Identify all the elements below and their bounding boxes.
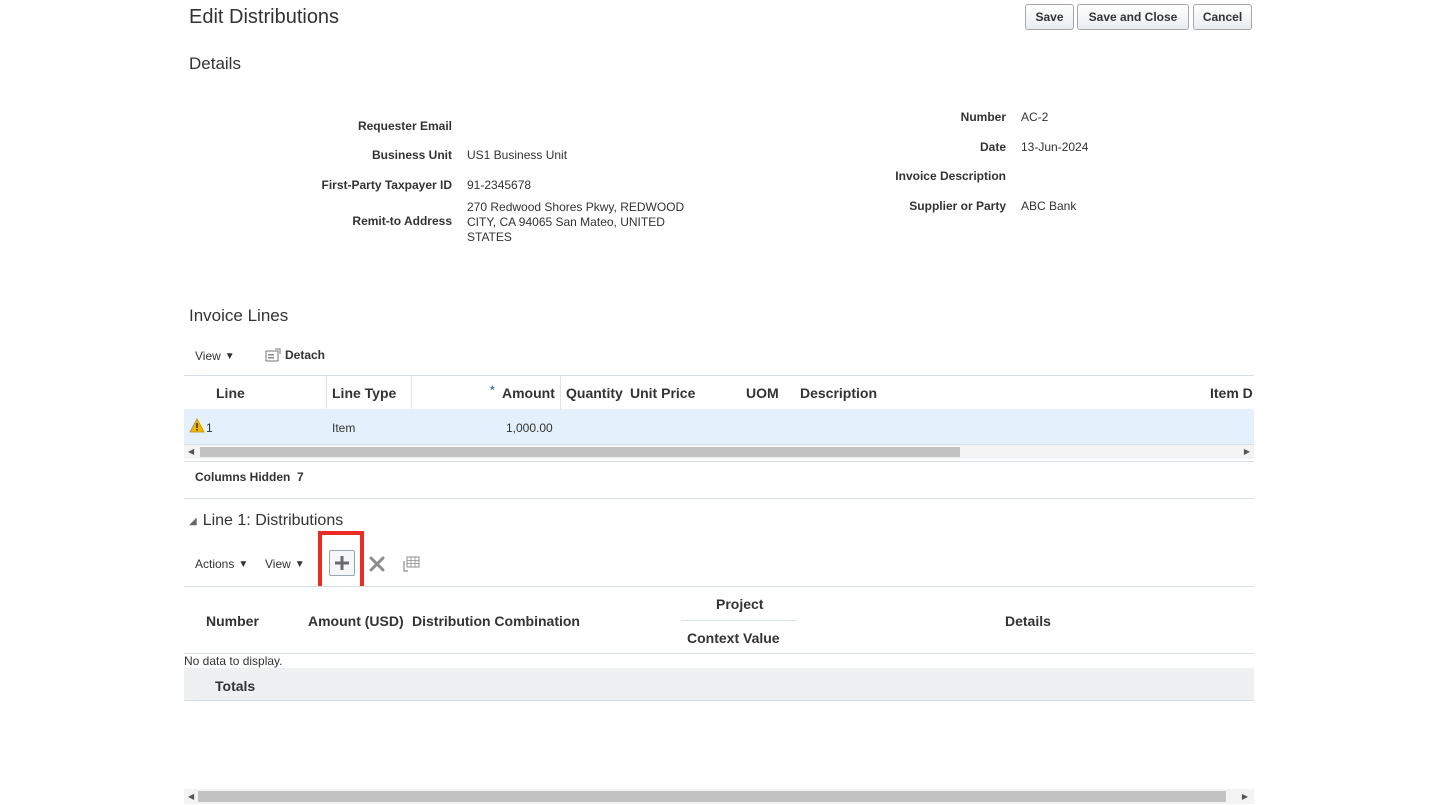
scrollbar-thumb[interactable] <box>198 791 1226 802</box>
invoice-lines-title: Invoice Lines <box>189 306 289 325</box>
columns-hidden: Columns Hidden 7 <box>195 470 304 484</box>
remit-to-address-label: Remit-to Address <box>352 214 452 228</box>
freeze-button[interactable] <box>402 555 420 576</box>
taxpayer-id-label: First-Party Taxpayer ID <box>321 178 453 192</box>
save-and-close-button[interactable]: Save and Close <box>1077 4 1189 30</box>
supplier-value: ABC Bank <box>1021 199 1077 213</box>
col-number[interactable]: Number <box>206 613 259 629</box>
invoice-description-label: Invoice Description <box>895 169 1006 183</box>
required-marker: * <box>490 383 495 397</box>
col-amount-usd[interactable]: Amount (USD) <box>308 613 404 629</box>
page-scrollbar[interactable]: ◀ ▶ <box>184 789 1254 804</box>
col-line-type[interactable]: Line Type <box>332 385 396 401</box>
empty-table-message: No data to display. <box>184 654 283 668</box>
number-value: AC-2 <box>1021 110 1049 124</box>
caret-down-icon: ▼ <box>224 350 235 362</box>
actions-menu[interactable]: Actions ▼ <box>195 557 248 571</box>
plus-icon <box>335 556 349 570</box>
line-number: 1 <box>206 421 213 435</box>
col-description[interactable]: Description <box>800 385 877 401</box>
invoice-lines-scrollbar[interactable]: ◀ ▶ <box>184 445 1254 459</box>
col-unit-price[interactable]: Unit Price <box>630 385 695 401</box>
add-row-button[interactable] <box>329 550 355 576</box>
supplier-label: Supplier or Party <box>909 199 1006 213</box>
col-uom[interactable]: UOM <box>746 385 779 401</box>
col-quantity[interactable]: Quantity <box>566 385 623 401</box>
invoice-lines-header: Line Line Type * Amount Quantity Unit Pr… <box>184 375 1254 410</box>
distributions-view-menu[interactable]: View ▼ <box>265 557 305 571</box>
business-unit-value: US1 Business Unit <box>467 148 568 162</box>
warning-icon <box>189 418 205 433</box>
taxpayer-id-value: 91-2345678 <box>467 178 532 192</box>
scrollbar-thumb[interactable] <box>200 447 960 457</box>
date-value: 13-Jun-2024 <box>1021 140 1089 154</box>
distributions-title: Line 1: Distributions <box>202 512 344 529</box>
detach-button[interactable]: Detach <box>265 348 325 362</box>
details-section-title: Details <box>189 54 241 73</box>
col-item-description[interactable]: Item D <box>1210 385 1254 401</box>
collapse-triangle-icon: ◢ <box>189 515 197 527</box>
col-amount[interactable]: Amount <box>502 385 555 401</box>
number-label: Number <box>960 110 1006 124</box>
totals-row: Totals <box>184 668 1254 701</box>
col-distribution-combination[interactable]: Distribution Combination <box>412 613 580 629</box>
table-row[interactable]: 1 Item 1,000.00 <box>184 409 1254 445</box>
scroll-left-icon[interactable]: ◀ <box>188 792 194 801</box>
x-icon <box>369 556 385 572</box>
requester-email-label: Requester Email <box>357 119 452 133</box>
scroll-right-icon[interactable]: ▶ <box>1242 792 1248 801</box>
remit-to-address-value: 270 Redwood Shores Pkwy, REDWOOD CITY, C… <box>467 200 685 244</box>
invoice-lines-view-menu[interactable]: View ▼ <box>195 349 235 363</box>
cancel-button[interactable]: Cancel <box>1193 4 1252 30</box>
delete-row-button[interactable] <box>368 555 386 576</box>
scroll-right-icon[interactable]: ▶ <box>1244 447 1250 456</box>
col-context-value[interactable]: Context Value <box>687 630 780 646</box>
scroll-left-icon[interactable]: ◀ <box>188 447 194 456</box>
totals-label: Totals <box>215 678 256 694</box>
page-title: Edit Distributions <box>189 6 340 28</box>
detach-icon <box>265 348 281 362</box>
line-amount: 1,000.00 <box>506 421 553 435</box>
business-unit-label: Business Unit <box>371 148 452 162</box>
col-group-project: Project <box>716 596 764 612</box>
distributions-section-toggle[interactable]: ◢ Line 1: Distributions <box>189 512 343 530</box>
col-details[interactable]: Details <box>1005 613 1051 629</box>
line-type: Item <box>332 421 356 435</box>
save-button[interactable]: Save <box>1025 4 1074 30</box>
date-label: Date <box>979 140 1006 154</box>
col-line[interactable]: Line <box>216 385 245 401</box>
caret-down-icon: ▼ <box>238 558 249 570</box>
caret-down-icon: ▼ <box>294 558 305 570</box>
freeze-icon <box>403 556 420 572</box>
distributions-header: Number Amount (USD) Distribution Combina… <box>184 586 1254 654</box>
